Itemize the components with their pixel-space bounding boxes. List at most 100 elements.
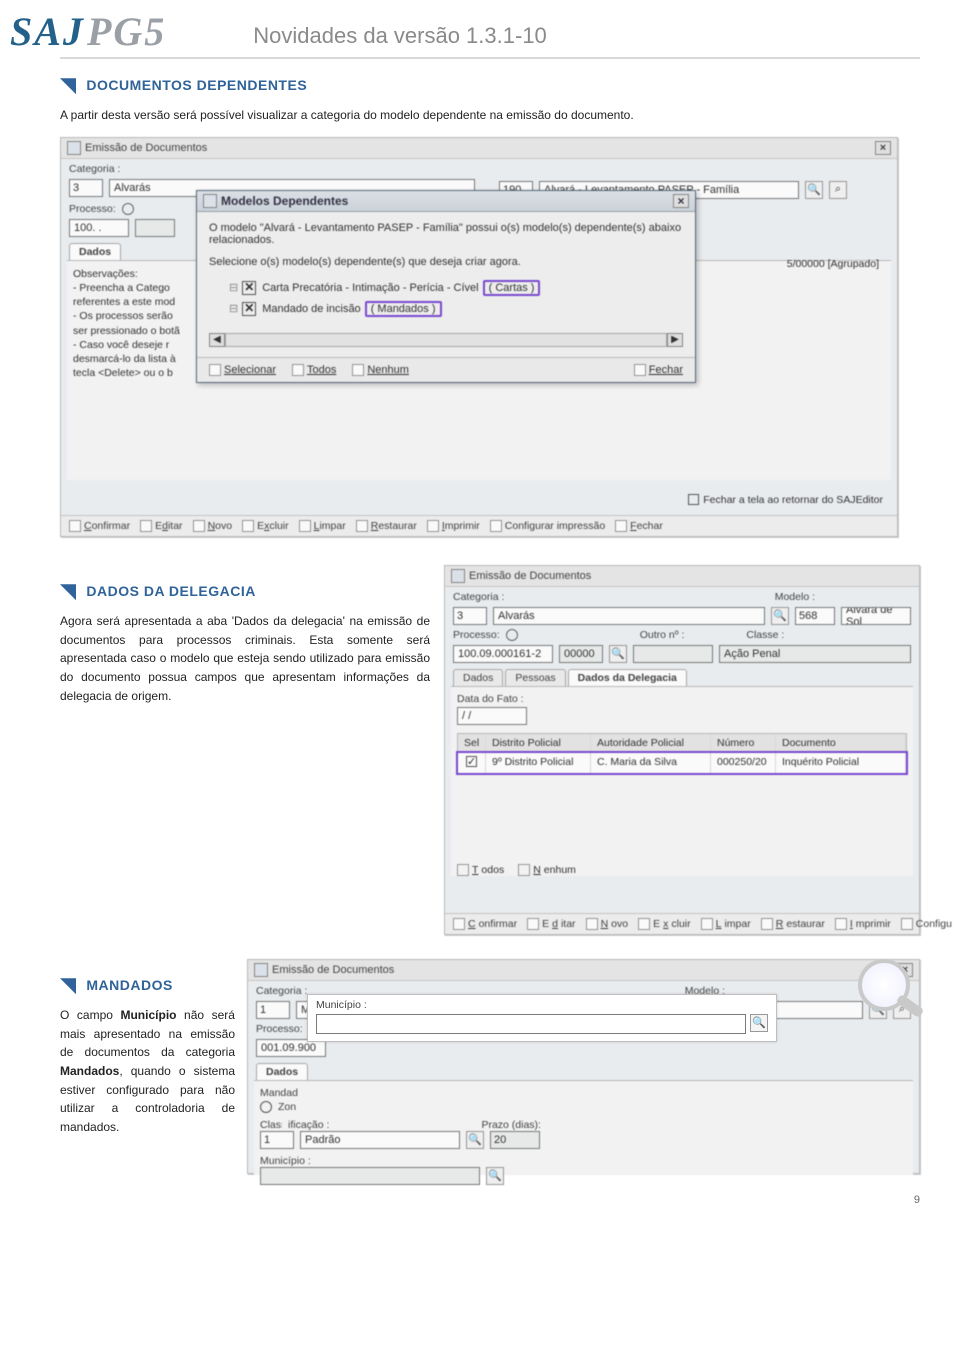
window-title: Emissão de Documentos (272, 964, 897, 976)
categoria-num-input[interactable]: 3 (453, 607, 487, 625)
processo-num-input[interactable]: 100. . (69, 219, 129, 237)
tb-editar[interactable]: Editar (140, 520, 182, 532)
window-title: Emissão de Documentos (469, 570, 913, 582)
nenhum-button[interactable]: Nenhum (518, 864, 576, 876)
processo-lock-icon (506, 629, 518, 641)
window-icon (451, 569, 465, 583)
dependent-item-2-category: ( Mandados ) (365, 301, 442, 317)
scroll-right-icon[interactable]: ▶ (667, 333, 683, 347)
close-icon[interactable]: × (875, 141, 891, 155)
classe-input[interactable]: Ação Penal (719, 645, 911, 663)
search-icon[interactable]: 🔍 (486, 1167, 504, 1185)
tb-fechar[interactable]: Fechar (615, 520, 663, 532)
window-title: Emissão de Documentos (85, 142, 875, 154)
modelos-dependentes-dialog: Modelos Dependentes × O modelo "Alvará -… (196, 190, 696, 383)
version-title: Novidades da versão 1.3.1-10 (178, 23, 547, 55)
tb-limpar[interactable]: Limpar (299, 520, 346, 532)
categoria-label: Categoria : (256, 985, 307, 997)
tb-novo[interactable]: Novo (586, 918, 629, 930)
processo-sub-input[interactable]: 00000 (559, 645, 603, 663)
dialog-icon (203, 194, 217, 208)
tab-dados-delegacia[interactable]: Dados da Delegacia (568, 669, 687, 686)
scroll-left-icon[interactable]: ◀ (209, 333, 225, 347)
modelo-nome-input[interactable]: Alvará de Sol (841, 607, 911, 625)
header-divider (60, 57, 920, 59)
processo-label: Processo: (69, 203, 116, 215)
callout-label: Município : (316, 999, 768, 1011)
outro-num-input[interactable] (633, 645, 713, 663)
categoria-nome-input[interactable]: Alvarás (493, 607, 765, 625)
tb-confirmar[interactable]: Confirmar (69, 520, 130, 532)
window-icon (254, 963, 268, 977)
grid-row-1[interactable]: 9º Distrito Policial C. Maria da Silva 0… (458, 753, 906, 773)
radio-icon[interactable] (260, 1101, 272, 1113)
tb-excluir[interactable]: Excluir (638, 918, 691, 930)
search-icon[interactable]: 🔍 (466, 1131, 484, 1149)
zona-label: Zon (278, 1101, 296, 1113)
fechar-button[interactable]: Fechar (634, 364, 683, 376)
grid-cell-distrito: 9º Distrito Policial (486, 753, 591, 773)
screenshot-emissao-documentos-3: Emissão de Documentos × Categoria : Mode… (247, 959, 920, 1174)
dependent-item-2[interactable]: ⊟ Mandado de incisão ( Mandados ) (229, 301, 683, 317)
tab-dados[interactable]: Dados (256, 1063, 308, 1080)
categoria-label: Categoria : (453, 591, 504, 603)
callout-input[interactable] (316, 1014, 746, 1034)
categoria-num-input[interactable]: 1 (256, 1001, 290, 1019)
grid-cell-documento: Inquérito Policial (776, 753, 906, 773)
municipio-input[interactable] (260, 1167, 480, 1185)
page-number: 9 (60, 1194, 920, 1206)
search-icon[interactable]: 🔍 (750, 1014, 768, 1032)
search-icon[interactable]: 🔍 (805, 181, 823, 199)
categoria-num-input[interactable]: 3 (69, 179, 103, 197)
class-nome-input[interactable]: Padrão (300, 1131, 460, 1149)
tb-imprimir[interactable]: Imprimir (427, 520, 480, 532)
doc-header: SAJ PG5 Novidades da versão 1.3.1-10 (10, 0, 920, 55)
section1-title: DOCUMENTOS DEPENDENTES (60, 77, 920, 94)
todos-button[interactable]: Todos (457, 864, 504, 876)
checkbox-icon[interactable] (242, 281, 256, 295)
tb-imprimir[interactable]: Imprimir (835, 918, 891, 930)
tb-restaurar[interactable]: Restaurar (761, 918, 825, 930)
grid-cell-numero: 000250/20 (711, 753, 776, 773)
tb-limpar[interactable]: Limpar (701, 918, 751, 930)
tb-config-impressao[interactable]: Configurar impressão (490, 520, 605, 532)
prazo-input[interactable]: 20 (490, 1131, 540, 1149)
modelo-label: Modelo : (775, 591, 815, 603)
checkbox-icon[interactable] (242, 302, 256, 316)
checkbox-icon[interactable] (466, 756, 477, 767)
tb-novo[interactable]: Novo (193, 520, 233, 532)
scroll-track[interactable] (225, 333, 667, 347)
grid-cell-autoridade: C. Maria da Silva (591, 753, 711, 773)
close-on-return-checkbox[interactable] (688, 494, 699, 505)
section3-para: O campo Município não será mais apresent… (60, 1006, 235, 1136)
tb-confirmar[interactable]: Confirmar (453, 918, 517, 930)
processo-label: Processo: (453, 629, 500, 641)
section1-title-text: DOCUMENTOS DEPENDENTES (86, 77, 307, 93)
tab-dados[interactable]: Dados (69, 243, 121, 260)
tb-restaurar[interactable]: Restaurar (356, 520, 417, 532)
processo-sub-input[interactable] (135, 219, 175, 237)
todos-button[interactable]: Todos (292, 364, 336, 376)
close-on-return-label: Fechar a tela ao retornar do SAJEditor (703, 494, 883, 506)
processo-val-input[interactable]: 100.09.000161-2 (453, 645, 553, 663)
screenshot-emissao-documentos-1: Emissão de Documentos × Categoria : 3 Al… (60, 137, 898, 537)
section2-title: DADOS DA DELEGACIA (60, 583, 430, 600)
tb-config-impressao[interactable]: Configu (901, 918, 952, 930)
data-fato-input[interactable]: / / (457, 707, 527, 725)
search-icon[interactable]: 🔍 (771, 607, 789, 625)
modelo-num-input[interactable]: 568 (795, 607, 835, 625)
tab-pessoas[interactable]: Pessoas (505, 669, 565, 686)
dependent-item-1[interactable]: ⊟ Carta Precatória - Intimação - Perícia… (229, 280, 683, 296)
dialog-text-2: Selecione o(s) modelo(s) dependente(s) q… (209, 256, 683, 268)
tab-dados[interactable]: Dados (453, 669, 503, 686)
tb-editar[interactable]: Editar (527, 918, 575, 930)
view-icon[interactable]: ⌕ (829, 181, 847, 199)
search-icon[interactable]: 🔍 (609, 645, 627, 663)
select-button[interactable]: SSelecionarelecionar (209, 364, 276, 376)
nenhum-button[interactable]: Nenhum (352, 364, 409, 376)
dialog-close-icon[interactable]: × (673, 194, 689, 208)
class-num-input[interactable]: 1 (260, 1131, 294, 1149)
tb-excluir[interactable]: Excluir (242, 520, 289, 532)
mandado-label: Mandad (260, 1087, 298, 1099)
magnifier-icon (858, 959, 910, 1011)
